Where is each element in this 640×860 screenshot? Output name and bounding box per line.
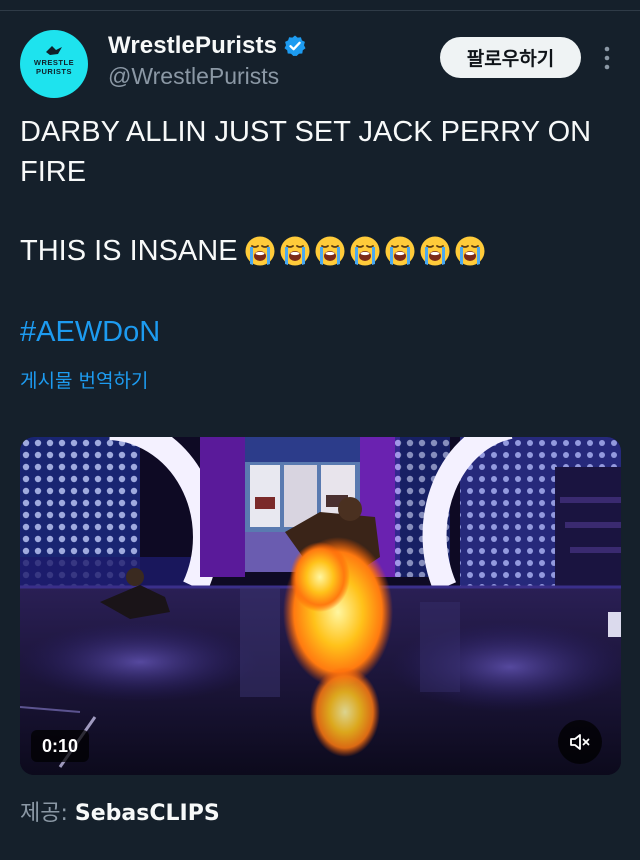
credit-name-link[interactable]: SebasCLIPS <box>75 801 220 826</box>
avatar-text-top: WRESTLE <box>34 58 74 67</box>
tweet-text-line-1: DARBY ALLIN JUST SET JACK PERRY ON <box>20 116 592 148</box>
loudly-crying-face-icon <box>350 236 380 266</box>
video-timestamp: 0:10 <box>31 730 89 762</box>
speaker-muted-icon <box>570 734 590 750</box>
credit-label: 제공: <box>20 801 68 826</box>
loudly-crying-face-icon <box>420 236 450 266</box>
video-player[interactable] <box>20 437 621 775</box>
hashtag-link[interactable]: #AEWDoN <box>20 312 160 352</box>
emoji-row <box>244 235 489 267</box>
author-display-name[interactable]: WrestlePurists <box>108 32 277 60</box>
loudly-crying-face-icon <box>245 236 275 266</box>
avatar-logo: WRESTLE PURISTS <box>34 46 74 76</box>
avatar[interactable]: WRESTLE PURISTS <box>20 30 88 98</box>
media-credit: 제공: SebasCLIPS <box>20 795 220 827</box>
tweet: WRESTLE PURISTS WrestlePurists @WrestleP… <box>0 0 640 860</box>
author-handle[interactable]: @WrestlePurists <box>108 63 279 90</box>
loudly-crying-face-icon <box>385 236 415 266</box>
loudly-crying-face-icon <box>455 236 485 266</box>
tweet-text-line-3: THIS IS INSANE <box>20 235 238 267</box>
verified-badge-icon[interactable] <box>283 34 307 58</box>
more-vertical-icon[interactable] <box>596 44 618 72</box>
loudly-crying-face-icon <box>315 236 345 266</box>
mute-button[interactable] <box>558 720 602 764</box>
translate-post-link[interactable]: 게시물 번역하기 <box>20 366 148 393</box>
follow-button[interactable]: 팔로우하기 <box>440 37 581 78</box>
tweet-text-line-3-row: THIS IS INSANE <box>20 231 489 271</box>
avatar-text-bottom: PURISTS <box>36 67 72 76</box>
author-name-row: WrestlePurists <box>108 32 307 60</box>
tweet-text-line-2: FIRE <box>20 156 87 188</box>
loudly-crying-face-icon <box>280 236 310 266</box>
video-frame <box>20 437 621 775</box>
